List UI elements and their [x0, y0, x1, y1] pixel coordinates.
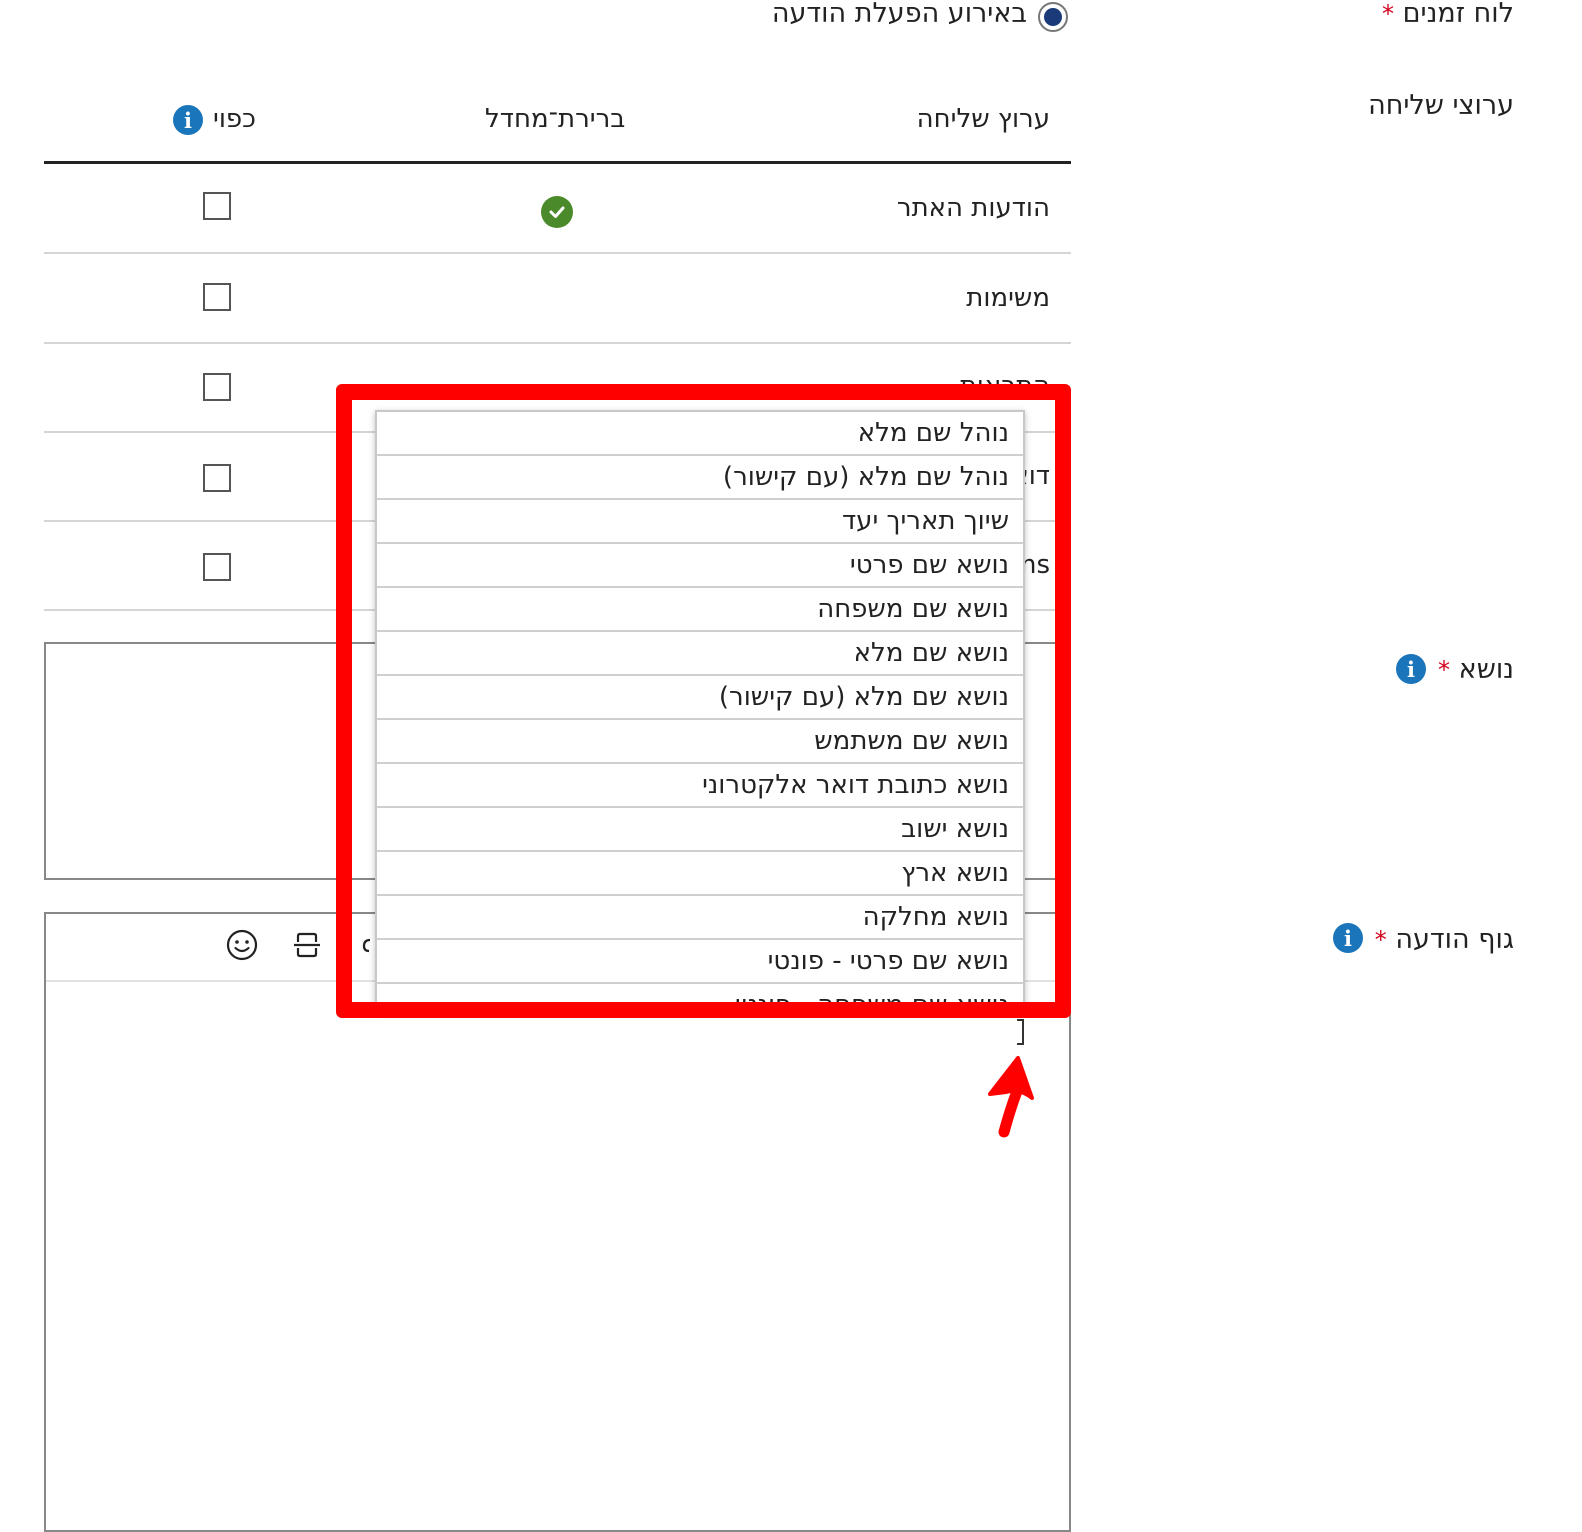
header-channel: ערוץ שליחה — [916, 104, 1050, 134]
info-icon[interactable]: i — [1396, 654, 1426, 684]
page-break-svg — [294, 932, 320, 958]
default-check-icon — [541, 196, 573, 228]
header-forced: כפוי — [213, 104, 256, 134]
body-label: גוף הודעה * — [1374, 924, 1514, 955]
required-asterisk: * — [1374, 926, 1387, 954]
header-default: ברירת־מחדל — [485, 104, 626, 134]
required-asterisk: * — [1438, 656, 1451, 684]
info-icon[interactable]: i — [173, 105, 203, 135]
red-arrow-svg — [988, 1056, 1034, 1138]
emoji-icon[interactable] — [226, 929, 258, 961]
required-asterisk: * — [1382, 0, 1395, 28]
page-break-icon[interactable] — [292, 931, 322, 959]
text-cursor — [1017, 1019, 1024, 1045]
row-divider — [44, 252, 1071, 254]
forced-checkbox[interactable] — [203, 192, 231, 220]
header-divider — [44, 161, 1071, 164]
trigger-event-radio[interactable] — [1038, 2, 1068, 32]
row-divider — [44, 342, 1071, 344]
channels-label: ערוצי שליחה — [1368, 90, 1514, 121]
forced-checkbox[interactable] — [203, 283, 231, 311]
highlight-box — [336, 384, 1071, 1018]
radio-dot — [1044, 8, 1062, 26]
forced-checkbox[interactable] — [203, 373, 231, 401]
smiley-icon — [226, 929, 258, 961]
forced-checkbox[interactable] — [203, 553, 231, 581]
subject-label: נושא * — [1438, 654, 1514, 685]
checkmark-icon — [549, 206, 565, 218]
trigger-event-label: באירוע הפעלת הודעה — [771, 0, 1027, 29]
forced-checkbox[interactable] — [203, 464, 231, 492]
schedule-label: לוח זמנים * — [1382, 0, 1514, 29]
channel-row-name: משימות — [966, 283, 1050, 313]
arrow-annotation-icon — [982, 1052, 1042, 1140]
info-icon[interactable]: i — [1333, 923, 1363, 953]
channel-row-name: הודעות האתר — [896, 193, 1050, 223]
